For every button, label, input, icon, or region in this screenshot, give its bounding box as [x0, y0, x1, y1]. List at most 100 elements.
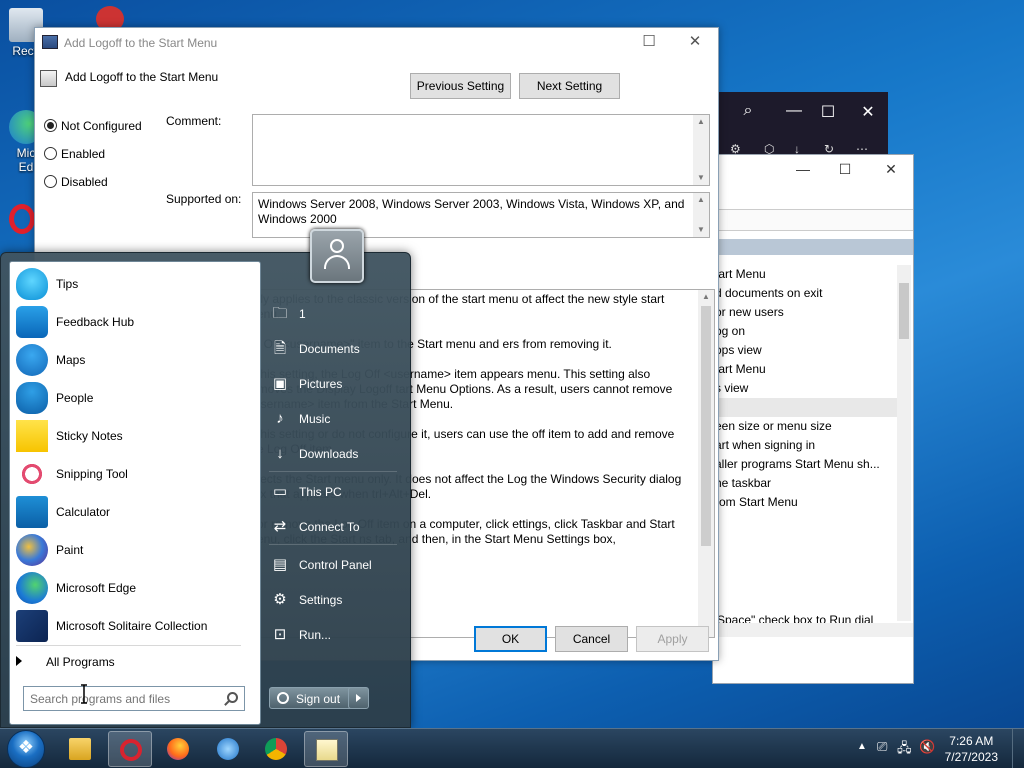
vertical-scrollbar[interactable] [897, 265, 911, 621]
start-right-item[interactable]: ▤ Control Panel [263, 549, 399, 579]
background-settings-window[interactable]: — ☐ ✕ tart Menu d documents on exit or new… [712, 154, 914, 684]
start-right-label: 1 [299, 307, 306, 321]
list-item[interactable]: d documents on exit [713, 284, 899, 303]
close-icon[interactable]: ✕ [683, 32, 707, 50]
maps-icon [16, 344, 48, 376]
list-item[interactable]: ops view [713, 341, 899, 360]
start-right-item[interactable]: 🗎 Documents [263, 333, 399, 363]
search-input[interactable] [30, 690, 220, 708]
horizontal-scrollbar[interactable] [713, 623, 913, 637]
start-right-item[interactable]: ⊡ Run... [263, 619, 399, 649]
dialog-title-bar: Add Logoff to the Start Menu ☐ ✕ [35, 28, 718, 58]
comment-scrollbar[interactable]: ▲ ▼ [693, 115, 709, 185]
program-item[interactable]: Snipping Tool [14, 456, 258, 492]
list-item[interactable]: een size or menu size [713, 417, 899, 436]
taskbar-policy-editor[interactable] [304, 731, 348, 767]
maximize-icon[interactable]: ☐ [818, 102, 838, 122]
start-right-label: Control Panel [299, 558, 372, 572]
show-desktop-button[interactable] [1012, 729, 1024, 768]
meeting-icon[interactable]: ⎚ [877, 739, 887, 755]
scroll-thumb[interactable] [701, 306, 711, 546]
minimize-icon[interactable]: — [784, 102, 804, 120]
start-right-item[interactable]: ▭ This PC [263, 476, 399, 506]
list-item[interactable]: he taskbar [713, 474, 899, 493]
program-item[interactable]: Sticky Notes [14, 418, 258, 454]
ok-button[interactable]: OK [474, 626, 547, 652]
search-icon[interactable] [227, 692, 238, 703]
start-menu: Tips Feedback Hub Maps People Sticky Notes Sn… [0, 229, 411, 728]
program-item[interactable]: Feedback Hub [14, 304, 258, 340]
list-item[interactable]: aller programs Start Menu sh... [713, 455, 899, 474]
downloads-icon: ↓ [276, 445, 284, 462]
taskbar-opera[interactable] [108, 731, 152, 767]
start-right-item[interactable]: ⚙ Settings [263, 584, 399, 614]
power-options-arrow[interactable] [348, 687, 369, 709]
user-avatar[interactable] [310, 229, 364, 283]
minimize-icon[interactable]: — [793, 161, 813, 177]
radio-enabled[interactable]: Enabled [44, 146, 105, 162]
program-item[interactable]: Paint [14, 532, 258, 568]
system-tray: ▲ ⎚ 🖧 🔇 7:26 AM 7/27/2023 [849, 729, 1024, 768]
speaker-muted-icon[interactable]: 🔇 [919, 739, 935, 755]
people-icon [16, 382, 48, 414]
close-icon[interactable]: ✕ [881, 161, 901, 178]
help-scrollbar[interactable]: ▲▼ [698, 290, 714, 637]
feedback-hub-icon [16, 306, 48, 338]
list-item[interactable]: tart Menu [713, 265, 899, 284]
program-item[interactable]: Calculator [14, 494, 258, 530]
program-item[interactable]: Maps [14, 342, 258, 378]
desktop-icon-opera[interactable] [8, 204, 36, 236]
list-item[interactable]: or new users [713, 303, 899, 322]
program-item[interactable]: People [14, 380, 258, 416]
taskbar-app[interactable] [206, 731, 250, 767]
program-name: Calculator [56, 505, 111, 519]
start-button[interactable] [7, 730, 45, 768]
radio-not-configured[interactable]: Not Configured [44, 118, 142, 134]
program-name: Feedback Hub [56, 315, 135, 329]
list-item[interactable]: art when signing in [713, 436, 899, 455]
radio-dot [44, 147, 57, 160]
radio-dot [44, 175, 57, 188]
program-item[interactable]: Microsoft Edge [14, 570, 258, 606]
start-right-item[interactable]: 🗀 1 [263, 298, 399, 328]
all-programs-button[interactable]: All Programs [12, 652, 252, 672]
taskbar-chrome[interactable] [254, 731, 298, 767]
radio-disabled[interactable]: Disabled [44, 174, 108, 190]
close-icon[interactable]: ✕ [858, 102, 878, 122]
taskbar-firefox[interactable] [156, 731, 200, 767]
list-item[interactable]: s view [713, 379, 899, 398]
search-icon[interactable]: ⌕ [738, 102, 758, 120]
program-item[interactable]: Tips [14, 266, 258, 302]
chevron-up-icon[interactable]: ▲ [857, 741, 867, 752]
apply-button[interactable]: Apply [636, 626, 709, 652]
start-right-item[interactable]: ♪ Music [263, 403, 399, 433]
sign-out-button[interactable]: Sign out [269, 687, 357, 709]
solitaire-icon [16, 610, 48, 642]
supported-scrollbar[interactable]: ▲ ▼ [693, 193, 709, 237]
list-item[interactable] [713, 398, 899, 417]
list-item[interactable]: og on [713, 322, 899, 341]
list-item[interactable]: tart Menu [713, 360, 899, 379]
program-name: Maps [56, 353, 86, 367]
taskbar-file-explorer[interactable] [58, 731, 102, 767]
clock[interactable]: 7:26 AM 7/27/2023 [945, 733, 998, 765]
cancel-button[interactable]: Cancel [555, 626, 628, 652]
start-right-item[interactable]: ↓ Downloads [263, 438, 399, 468]
search-box[interactable] [23, 686, 245, 711]
comment-textarea[interactable]: ▲ ▼ [252, 114, 710, 186]
sticky-notes-icon [16, 420, 48, 452]
divider [269, 544, 397, 545]
next-setting-button[interactable]: Next Setting [519, 73, 620, 99]
maximize-icon[interactable]: ☐ [637, 32, 661, 50]
list-item[interactable]: rom Start Menu [713, 493, 899, 512]
program-item[interactable]: Microsoft Solitaire Collection [14, 608, 258, 644]
computer-icon: ▭ [272, 483, 288, 500]
previous-setting-button[interactable]: Previous Setting [410, 73, 511, 99]
start-right-item[interactable]: ⇄ Connect To [263, 511, 399, 541]
scroll-thumb[interactable] [899, 283, 909, 339]
network-icon[interactable]: 🖧 [897, 739, 912, 761]
divider [16, 645, 241, 646]
maximize-icon[interactable]: ☐ [835, 161, 855, 178]
start-right-item[interactable]: ▣ Pictures [263, 368, 399, 398]
background-dark-window[interactable]: ⌕ — ☐ ✕ ⚙ ⬡ ↓ ↻ ⋯ [712, 92, 888, 162]
